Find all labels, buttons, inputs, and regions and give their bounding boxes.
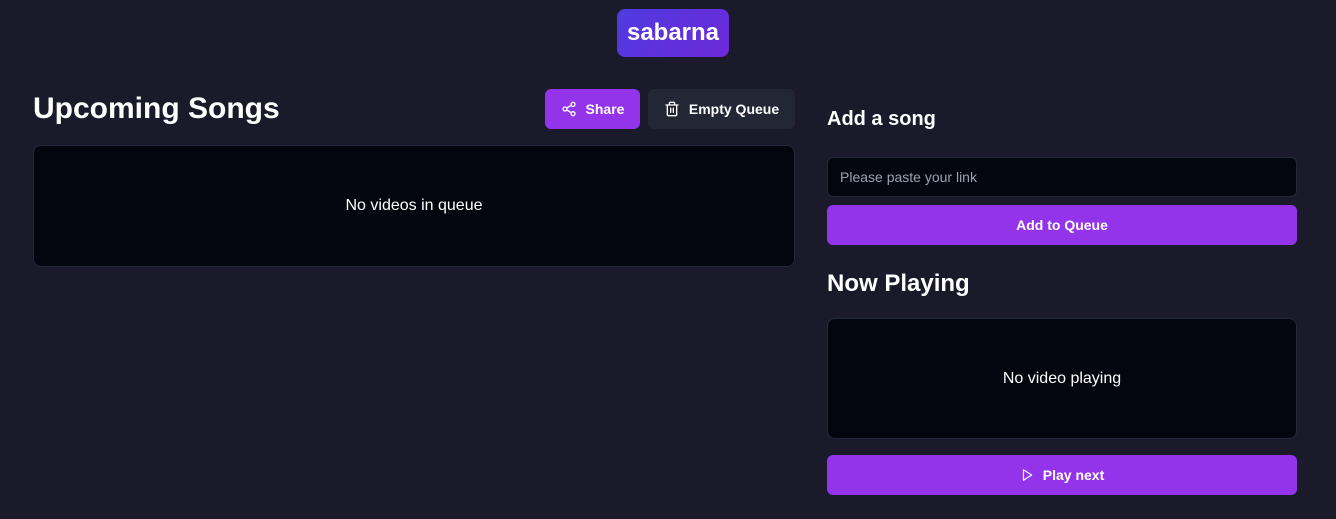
queue-empty-message: No videos in queue <box>345 197 483 214</box>
add-to-queue-button[interactable]: Add to Queue <box>827 205 1297 245</box>
now-playing-title: Now Playing <box>827 270 970 297</box>
play-icon <box>1020 468 1034 482</box>
share-button[interactable]: Share <box>545 89 640 129</box>
app-page: sabarna Upcoming Songs Share Empty Queue… <box>0 0 1336 519</box>
now-playing-empty-message: No video playing <box>1002 369 1122 387</box>
share-icon <box>561 101 577 117</box>
share-label: Share <box>585 101 625 117</box>
empty-queue-label: Empty Queue <box>688 101 780 117</box>
add-to-queue-label: Add to Queue <box>1016 217 1108 233</box>
song-link-input[interactable] <box>827 157 1297 197</box>
now-playing-panel: No video playing <box>827 318 1297 439</box>
logo-text: sabarna <box>626 19 720 46</box>
add-song-title: Add a song <box>827 108 936 130</box>
queue-panel: No videos in queue <box>33 145 795 267</box>
play-next-button[interactable]: Play next <box>827 455 1297 495</box>
empty-queue-button[interactable]: Empty Queue <box>648 89 795 129</box>
trash-icon <box>664 101 680 117</box>
upcoming-songs-title: Upcoming Songs <box>33 92 280 125</box>
play-next-label: Play next <box>1042 467 1105 483</box>
logo[interactable]: sabarna <box>617 9 729 57</box>
